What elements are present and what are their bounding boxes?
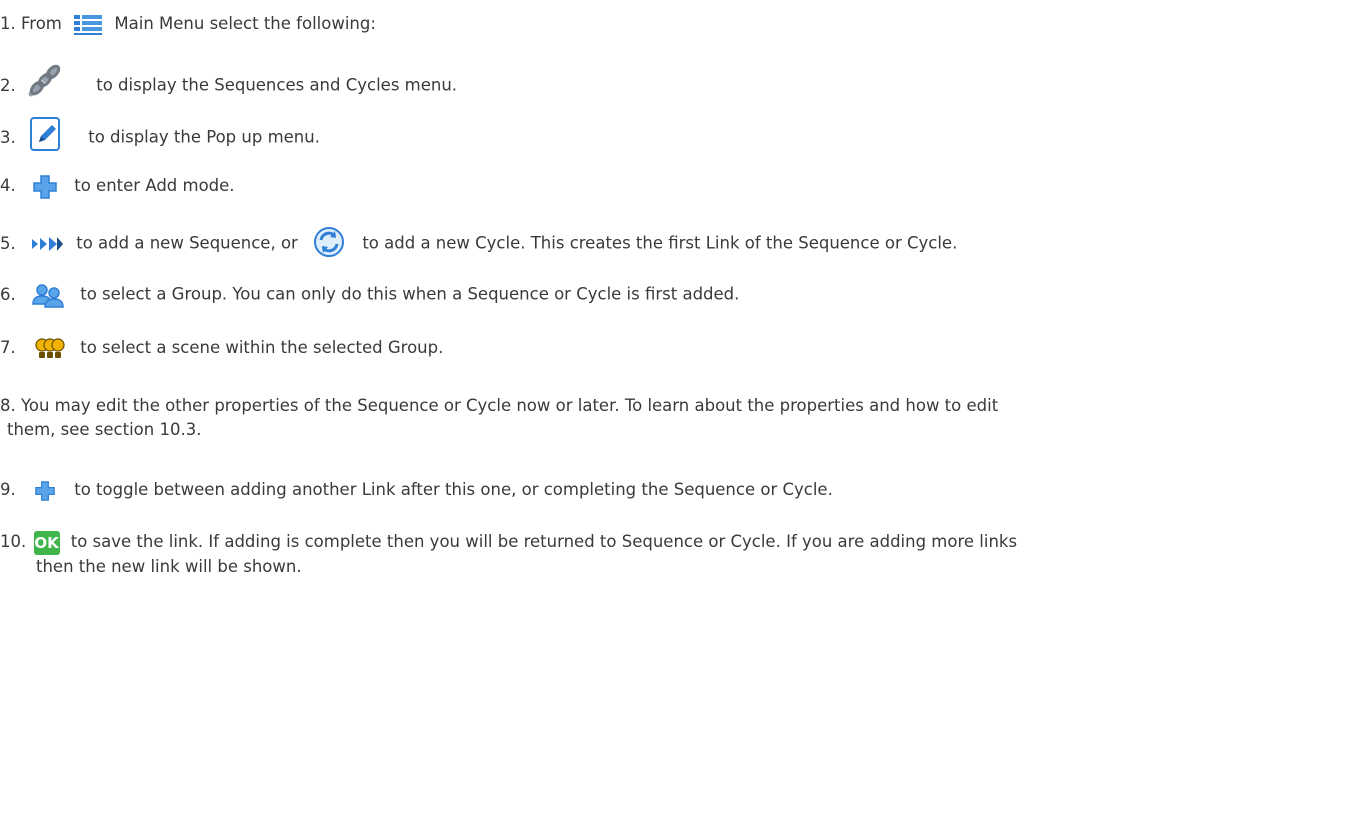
step-text: to display the Pop up menu.	[88, 127, 320, 147]
step-5: 5. to add a new Sequence, or to add a ne…	[0, 226, 1372, 260]
step-text-line2: them, see section 10.3.	[7, 420, 202, 439]
step-text-line2: then the new link will be shown.	[36, 556, 302, 576]
plus-icon	[33, 174, 57, 199]
scene-bulbs-icon	[35, 337, 65, 361]
step-text: to display the Sequences and Cycles menu…	[96, 75, 458, 95]
step-text: to select a Group. You can only do this …	[80, 284, 740, 304]
step-number: 7.	[0, 338, 16, 357]
step-number: 6.	[0, 284, 16, 304]
step-text: Main Menu select the following:	[114, 14, 376, 33]
sequence-arrows-icon	[31, 234, 63, 254]
step-number: 4.	[0, 176, 16, 195]
ok-icon-label: OK	[34, 533, 59, 552]
step-text-line1: You may edit the other properties of the…	[21, 396, 999, 415]
step-1: 1. From Main Menu select the following:	[0, 12, 1372, 36]
step-prefix: From	[21, 14, 62, 33]
step-6: 6. to select a Group. You can only do th…	[0, 282, 1372, 308]
step-4: 4. to enter Add mode.	[0, 174, 1372, 199]
step-text: to select a scene within the selected Gr…	[80, 338, 444, 357]
step-number: 3.	[0, 127, 16, 147]
step-number: 10.	[0, 532, 27, 551]
step-number: 1.	[0, 14, 16, 33]
step-text: to add a new Sequence, or	[76, 233, 298, 253]
step-number: 5.	[0, 233, 16, 253]
step-2: 2. to display the Sequences and Cycles m…	[0, 64, 1372, 106]
step-number: 8.	[0, 396, 16, 415]
step-7: 7. to select a scene within the selected…	[0, 336, 1372, 361]
group-users-icon	[31, 282, 65, 308]
plus-icon	[35, 480, 55, 501]
step-3: 3. to display the Pop up menu.	[0, 117, 1372, 156]
step-number: 9.	[0, 480, 16, 499]
step-text-line1: to save the link. If adding is complete …	[70, 532, 1018, 551]
cycle-icon	[313, 226, 345, 258]
step-text: to enter Add mode.	[74, 176, 235, 195]
main-menu-icon	[73, 14, 103, 36]
step-text: to add a new Cycle. This creates the fir…	[362, 233, 958, 253]
step-9: 9. to toggle between adding another Link…	[0, 478, 1372, 502]
step-text: to toggle between adding another Link af…	[74, 480, 833, 499]
edit-pencil-icon	[29, 116, 63, 152]
step-number: 2.	[0, 75, 16, 95]
ok-button-icon: OK	[33, 530, 60, 555]
chain-link-icon	[25, 60, 63, 100]
step-10: 10. OK to save the link. If adding is co…	[0, 530, 1340, 579]
step-8: 8. You may edit the other properties of …	[0, 394, 1340, 442]
